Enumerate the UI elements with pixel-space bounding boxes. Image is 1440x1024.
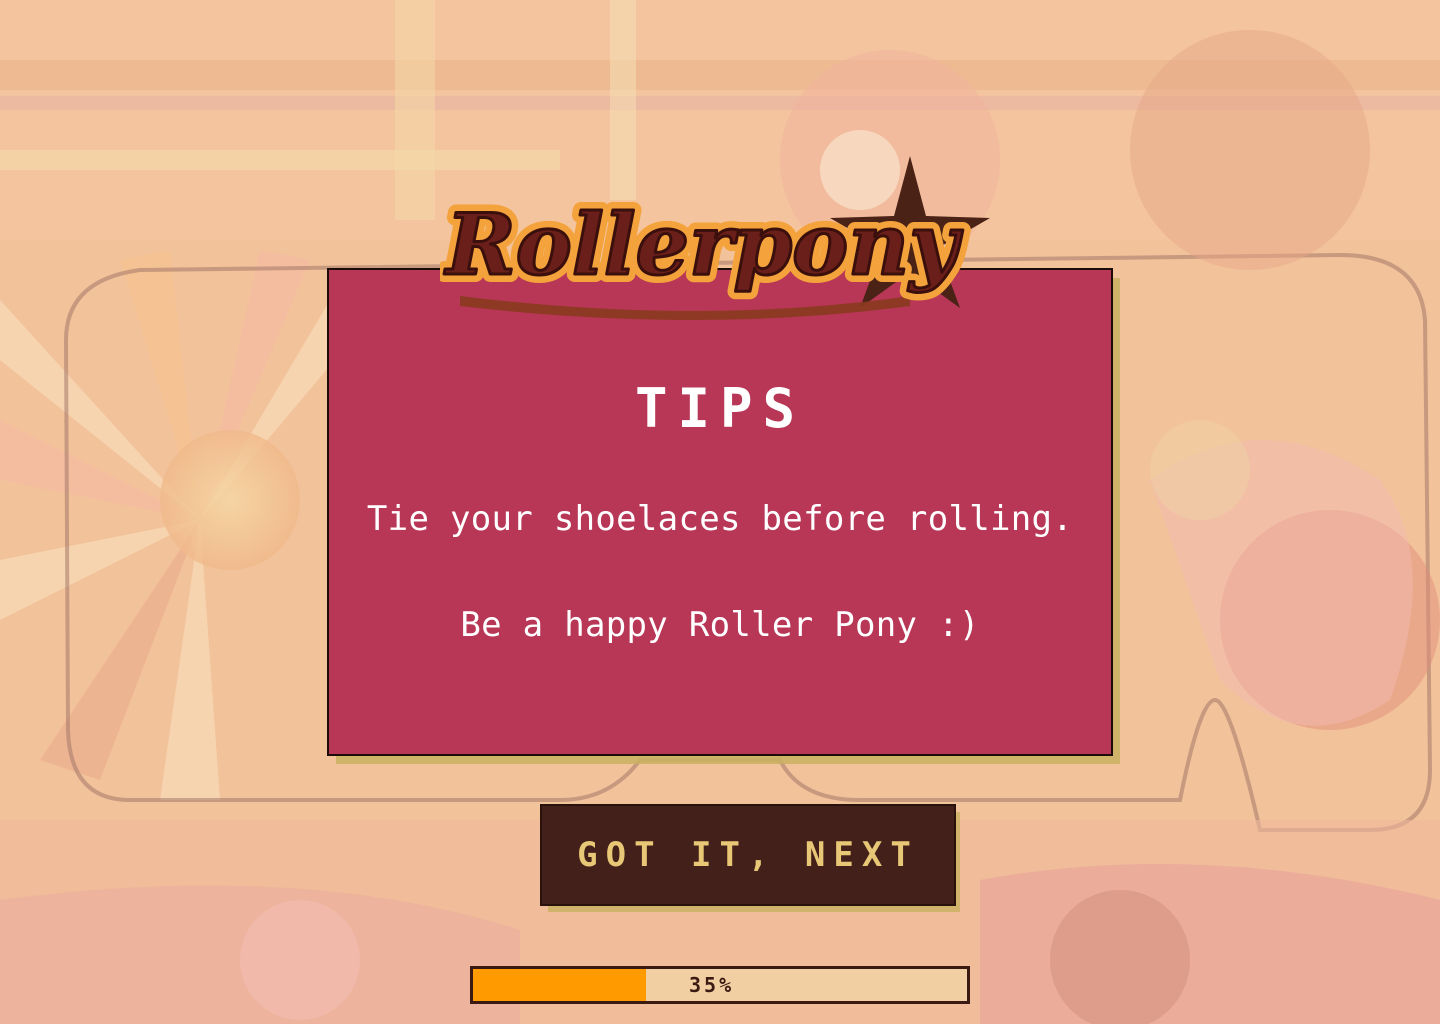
progress-label: 35%	[689, 973, 735, 997]
loading-progress-bar: 35%	[470, 966, 970, 1004]
tip-line-1: Tie your shoelaces before rolling.	[366, 499, 1074, 539]
rollerpony-logo: Rollerpony Rollerpony	[436, 156, 1000, 326]
got-it-next-label: GOT IT, NEXT	[577, 835, 919, 875]
progress-fill	[473, 969, 646, 1001]
logo-text: Rollerpony	[444, 195, 963, 294]
got-it-next-button[interactable]: GOT IT, NEXT	[540, 804, 956, 906]
tips-card: TIPS Tie your shoelaces before rolling. …	[327, 268, 1113, 756]
tip-line-2: Be a happy Roller Pony :)	[460, 605, 980, 645]
tips-title: TIPS	[634, 377, 806, 440]
